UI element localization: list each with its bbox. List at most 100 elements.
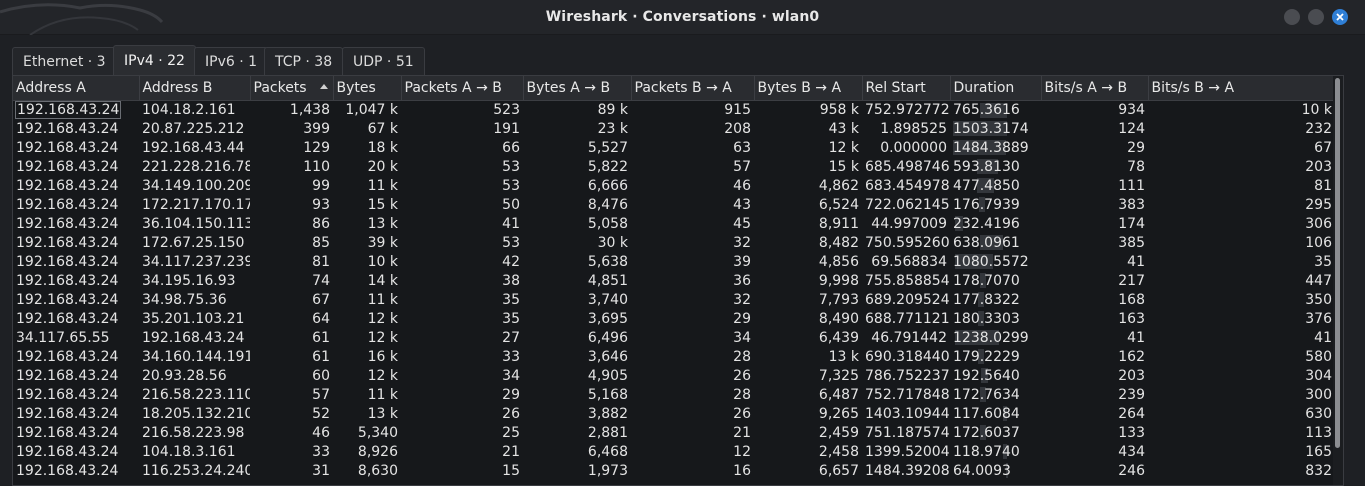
table-row[interactable]: 192.168.43.24 104.18.2.161 1,438 1,047 k 523… (13, 100, 1335, 119)
cell-bytes-b-to-a: 8,911 (754, 214, 862, 233)
cell-text: 178.7070 (953, 272, 1020, 289)
cell-bits-a-to-b: 29 (1041, 138, 1148, 157)
column-header-rel-start[interactable]: Rel Start (862, 76, 951, 101)
cell-text: 43 (733, 196, 751, 213)
cell-text: 383 (1118, 196, 1145, 213)
cell-bytes-a-to-b: 6,468 (523, 442, 631, 461)
cell-bytes-a-to-b: 89 k (523, 100, 631, 119)
table-row[interactable]: 192.168.43.24 34.117.237.239 81 10 k 42 5,638… (13, 252, 1335, 271)
maximize-button[interactable] (1308, 9, 1324, 25)
table-row[interactable]: 192.168.43.24 221.228.216.78 110 20 k 53 5,82… (13, 157, 1335, 176)
minimize-button[interactable] (1284, 9, 1300, 25)
cell-packets: 74 (250, 271, 333, 290)
cell-packets: 31 (250, 461, 333, 480)
cell-text: 29 (502, 386, 520, 403)
table-row[interactable]: 192.168.43.24 20.93.28.56 60 12 k 34 4,905 26 7… (13, 366, 1335, 385)
cell-bytes-b-to-a: 958 k (754, 100, 862, 119)
cell-text: 42 (502, 253, 520, 270)
table-row[interactable]: 192.168.43.24 192.168.43.44 129 18 k 66 5,527… (13, 138, 1335, 157)
cell-text: 66 (502, 139, 520, 156)
cell-text: 34.117.237.239 (142, 253, 250, 270)
cell-text: 1503.3174 (953, 120, 1029, 137)
column-header-address-b[interactable]: Address B (139, 76, 251, 101)
cell-text: 4,851 (587, 272, 628, 289)
cell-bits-b-to-a: 106 (1148, 233, 1335, 252)
cell-text: 129 (303, 139, 330, 156)
cell-rel-start: 755.858854 (862, 271, 950, 290)
cell-rel-start: 46.791442 (862, 328, 950, 347)
table-row[interactable]: 34.117.65.55 192.168.43.24 61 12 k 27 6,496 34… (13, 328, 1335, 347)
cell-text: 33 (312, 443, 330, 460)
table-row[interactable]: 192.168.43.24 35.201.103.21 64 12 k 35 3,695 2… (13, 309, 1335, 328)
tab-ethernet[interactable]: Ethernet · 3 (12, 47, 117, 75)
table-row[interactable]: 192.168.43.24 34.149.100.209 99 11 k 53 6,666… (13, 176, 1335, 195)
cell-bytes-a-to-b: 3,695 (523, 309, 631, 328)
cell-rel-start: 1399.520046 (862, 442, 950, 461)
cell-bytes-b-to-a: 8,482 (754, 233, 862, 252)
cell-text: 57 (733, 158, 751, 175)
cell-bytes-b-to-a: 6,487 (754, 385, 862, 404)
cell-bits-a-to-b: 203 (1041, 366, 1148, 385)
cell-bytes: 14 k (333, 271, 401, 290)
column-header-duration[interactable]: Duration (950, 76, 1042, 101)
table-row[interactable]: 192.168.43.24 36.104.150.113 86 13 k 41 5,058… (13, 214, 1335, 233)
column-header-packets-label: Packets (253, 79, 307, 96)
cell-text: 3,695 (587, 310, 628, 327)
cell-packets-b-to-a: 36 (631, 271, 754, 290)
vertical-scrollbar[interactable] (1333, 76, 1343, 485)
tab-ipv4[interactable]: IPv4 · 22 (113, 45, 196, 75)
cell-text: 28 (733, 386, 751, 403)
cell-text: 216.58.223.98 (142, 424, 245, 441)
cell-text: 192.168.43.24 (142, 329, 245, 346)
cell-address-a: 192.168.43.24 (13, 119, 139, 138)
cell-text: 163 (1118, 310, 1145, 327)
cell-text: 523 (493, 101, 520, 118)
table-row[interactable]: 192.168.43.24 116.253.24.240 31 8,630 15 1,97… (13, 461, 1335, 480)
table-row[interactable]: 192.168.43.24 34.195.16.93 74 14 k 38 4,851 36… (13, 271, 1335, 290)
cell-text: 264 (1118, 405, 1145, 422)
column-header-bytes[interactable]: Bytes (333, 76, 402, 101)
cell-text: 447 (1305, 272, 1332, 289)
cell-bytes: 11 k (333, 290, 401, 309)
column-header-packets-b-to-a[interactable]: Packets B → A (631, 76, 755, 101)
cell-bits-a-to-b: 239 (1041, 385, 1148, 404)
cell-bytes-b-to-a: 6,524 (754, 195, 862, 214)
cell-bytes-a-to-b: 6,666 (523, 176, 631, 195)
cell-text: 78 (1127, 158, 1145, 175)
column-header-packets-a-to-b[interactable]: Packets A → B (401, 76, 524, 101)
scrollbar-thumb[interactable] (1335, 78, 1340, 448)
table-row[interactable]: 192.168.43.24 172.67.25.150 85 39 k 53 30 k 32… (13, 233, 1335, 252)
cell-packets-b-to-a: 28 (631, 385, 754, 404)
table-row[interactable]: 192.168.43.24 20.87.225.212 399 67 k 191 23 k… (13, 119, 1335, 138)
cell-text: 133 (1118, 424, 1145, 441)
column-header-address-a[interactable]: Address A (13, 76, 140, 101)
cell-text: 64 (312, 310, 330, 327)
cell-text: 34.149.100.209 (142, 177, 250, 194)
cell-text: 31 (312, 462, 330, 479)
cell-bytes-a-to-b: 3,740 (523, 290, 631, 309)
table-row[interactable]: 192.168.43.24 34.160.144.191 61 16 k 33 3,646… (13, 347, 1335, 366)
table-row[interactable]: 192.168.43.24 34.98.75.36 67 11 k 35 3,740 32 7… (13, 290, 1335, 309)
tab-ipv6[interactable]: IPv6 · 1 (194, 47, 269, 75)
close-button[interactable] (1332, 9, 1348, 25)
table-row[interactable]: 192.168.43.24 172.217.170.170 93 15 k 50 8,47… (13, 195, 1335, 214)
table-row[interactable]: 192.168.43.24 216.58.223.98 46 5,340 25 2,881… (13, 423, 1335, 442)
cell-packets-a-to-b: 25 (401, 423, 523, 442)
cell-text: 21 (733, 424, 751, 441)
cell-bytes: 39 k (333, 233, 401, 252)
column-header-bits-b-to-a[interactable]: Bits/s B → A (1148, 76, 1336, 101)
table-row[interactable]: 192.168.43.24 104.18.3.161 33 8,926 21 6,468 1… (13, 442, 1335, 461)
column-header-bits-a-to-b[interactable]: Bits/s A → B (1041, 76, 1149, 101)
table-row[interactable]: 192.168.43.24 216.58.223.110 57 11 k 29 5,168… (13, 385, 1335, 404)
cell-text: 69.568834 (871, 253, 947, 270)
column-header-bytes-b-to-a[interactable]: Bytes B → A (754, 76, 863, 101)
tab-udp[interactable]: UDP · 51 (342, 47, 425, 75)
tab-tcp[interactable]: TCP · 38 (264, 47, 344, 75)
cell-text: 1.898525 (880, 120, 947, 137)
cell-text: 6,524 (818, 196, 859, 213)
table-row[interactable]: 192.168.43.24 18.205.132.210 52 13 k 26 3,882… (13, 404, 1335, 423)
column-header-packets[interactable]: Packets (250, 76, 334, 101)
column-header-bytes-a-to-b[interactable]: Bytes A → B (523, 76, 632, 101)
cell-bytes-b-to-a: 4,856 (754, 252, 862, 271)
cell-text: 5,340 (357, 424, 398, 441)
